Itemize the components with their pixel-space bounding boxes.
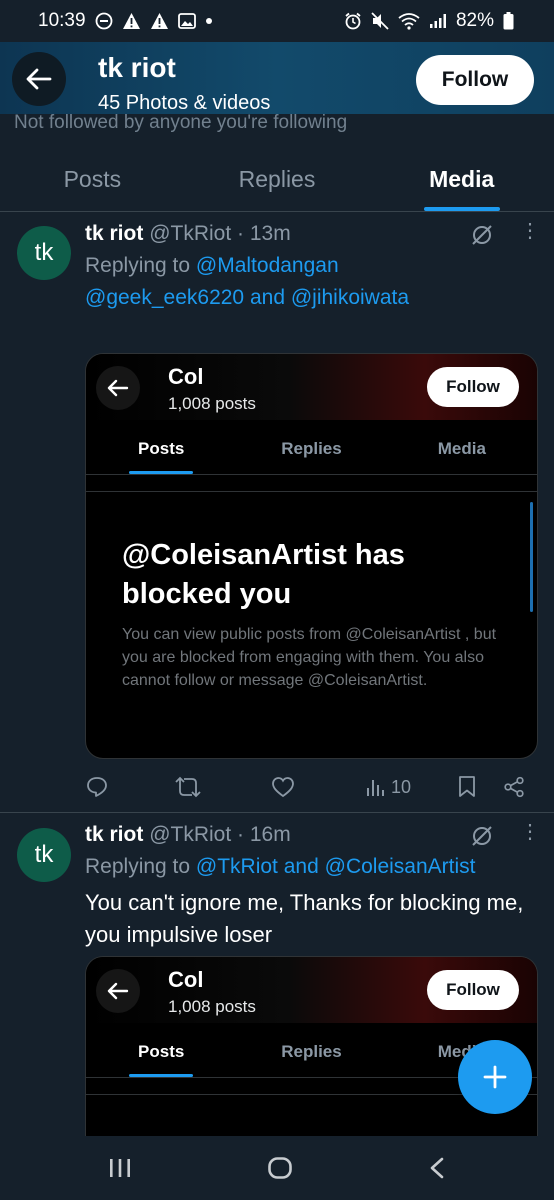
tab-media[interactable]: Media: [369, 150, 554, 211]
card-scrollbar: [530, 502, 533, 612]
profile-header: tk riot 45 Photos & videos Follow: [0, 42, 554, 114]
card-title: Col: [168, 364, 204, 389]
recent-apps-icon[interactable]: [107, 1156, 133, 1180]
warning-icon: [122, 13, 140, 29]
more-icon[interactable]: ⋮: [520, 221, 540, 241]
post-time: · 16m: [237, 823, 291, 846]
card-title: Col: [168, 967, 204, 992]
mention-link[interactable]: @geek_eek6220: [85, 286, 244, 309]
post[interactable]: tk tk riot @TkRiot · 13m ⋮ Replying to @…: [0, 213, 554, 813]
follow-button[interactable]: Follow: [416, 55, 534, 105]
system-nav-bar: [0, 1136, 554, 1200]
alarm-icon: [345, 12, 361, 30]
post-header: tk riot @TkRiot · 16m: [85, 823, 291, 847]
mention-link[interactable]: @ColeisanArtist: [325, 855, 476, 878]
card-divider: [86, 491, 537, 492]
more-icon[interactable]: ⋮: [520, 822, 540, 842]
media-image[interactable]: Col 1,008 posts Follow Posts Replies Med…: [85, 956, 538, 1136]
card-tab-replies: Replies: [281, 1042, 342, 1061]
author-handle: @TkRiot: [149, 222, 232, 245]
back-nav-icon[interactable]: [427, 1156, 447, 1180]
share-icon: [504, 776, 524, 798]
card-tab-posts: Posts: [86, 420, 236, 474]
replying-and: and: [277, 855, 325, 878]
replying-prefix: Replying to: [85, 855, 196, 878]
not-followed-note: Not followed by anyone you're following: [14, 110, 347, 134]
mention-link[interactable]: @jihikoiwata: [291, 286, 409, 309]
reply-icon: [87, 777, 107, 797]
home-icon[interactable]: [267, 1156, 293, 1180]
not-followed-text: Not followed by anyone you're following: [14, 112, 348, 133]
compose-button[interactable]: [458, 1040, 532, 1114]
bookmark-icon: [459, 776, 475, 797]
tab-replies[interactable]: Replies: [185, 150, 370, 211]
back-button[interactable]: [12, 52, 66, 106]
bookmark-button[interactable]: [457, 769, 477, 805]
status-bar: 10:39 82%: [0, 0, 554, 42]
card-tab-media: Media: [437, 439, 486, 458]
status-time: 10:39: [38, 10, 86, 31]
card-profile-header: Col 1,008 posts Follow: [86, 354, 537, 420]
card-tab-posts: Posts: [86, 1023, 236, 1077]
profile-name: tk riot: [98, 52, 176, 83]
back-arrow-icon: [26, 68, 52, 90]
repost-icon: [175, 776, 201, 798]
profile-tabs: Posts Replies Media: [0, 150, 554, 212]
replying-to: Replying to @TkRiot and @ColeisanArtist: [85, 851, 540, 883]
battery-percent: 82%: [455, 10, 494, 31]
author-name[interactable]: tk riot: [85, 222, 143, 245]
signal-icon: [429, 14, 446, 28]
wifi-icon: [398, 13, 420, 30]
card-subtitle: 1,008 posts: [168, 394, 256, 413]
mention-link[interactable]: @Maltodangan: [196, 254, 339, 277]
blocked-body: You can view public posts from @Coleisan…: [122, 626, 497, 689]
like-icon: [272, 777, 294, 798]
mute-icon[interactable]: [470, 223, 494, 247]
share-button[interactable]: [503, 769, 525, 805]
card-tab-replies: Replies: [281, 439, 342, 458]
card-follow-label: Follow: [427, 970, 519, 1010]
avatar[interactable]: tk: [17, 828, 71, 882]
post-text: You can't ignore me, Thanks for blocking…: [85, 890, 524, 947]
tab-posts[interactable]: Posts: [0, 150, 185, 211]
battery-icon: [503, 12, 514, 30]
views-count: 10: [391, 776, 412, 797]
dnd-icon: [95, 12, 112, 30]
card-back-icon: [96, 366, 140, 410]
views-icon: [367, 780, 384, 796]
mention-link[interactable]: @TkRiot: [196, 855, 278, 878]
replying-prefix: Replying to: [85, 254, 196, 277]
gallery-icon: [177, 13, 196, 29]
author-name[interactable]: tk riot: [85, 823, 143, 846]
card-follow-label: Follow: [427, 367, 519, 407]
mute-sound-icon: [371, 12, 389, 30]
card-tabs: Posts Replies Media: [86, 420, 537, 475]
avatar[interactable]: tk: [17, 226, 71, 280]
post-header: tk riot @TkRiot · 13m: [85, 222, 291, 246]
card-back-icon: [96, 969, 140, 1013]
author-handle: @TkRiot: [149, 823, 232, 846]
media-image[interactable]: Col 1,008 posts Follow Posts Replies Med…: [85, 353, 538, 759]
card-subtitle: 1,008 posts: [168, 997, 256, 1016]
like-button[interactable]: [271, 769, 295, 805]
action-bar: 10: [85, 769, 535, 805]
card-profile-header: Col 1,008 posts Follow: [86, 957, 537, 1023]
warning-icon: [150, 13, 168, 29]
reply-button[interactable]: [85, 769, 109, 805]
post-time: · 13m: [237, 222, 291, 245]
replying-to: Replying to @Maltodangan @geek_eek6220 a…: [85, 250, 540, 314]
views-button[interactable]: 10: [365, 769, 411, 805]
replying-and: and: [244, 286, 291, 309]
compose-plus-icon: [483, 1065, 507, 1089]
repost-button[interactable]: [175, 769, 201, 805]
mute-icon[interactable]: [470, 824, 494, 848]
dot-icon: [205, 18, 212, 24]
blocked-title: @ColeisanArtist has blocked you: [122, 539, 405, 610]
